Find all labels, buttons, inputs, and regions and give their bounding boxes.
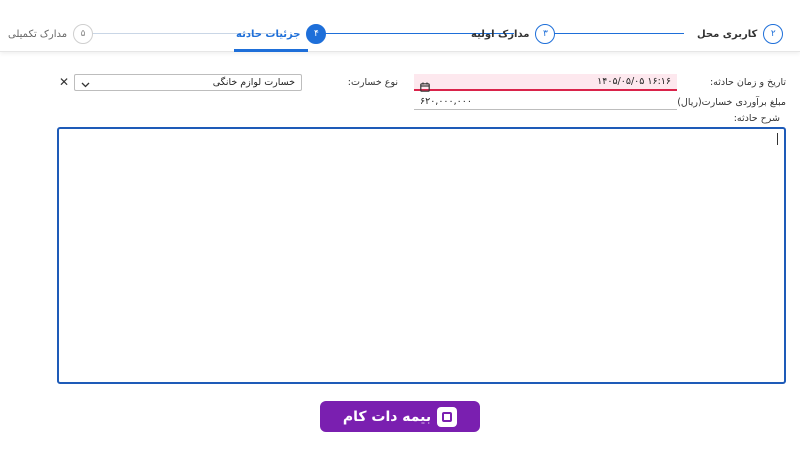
date-value: ۱۴۰۵/۰۵/۰۵ ۱۶:۱۶ <box>597 76 671 87</box>
step-label: کاربری محل <box>697 28 758 40</box>
estimated-amount-input[interactable]: ۶۲۰,۰۰۰,۰۰۰ <box>414 94 677 110</box>
step-connector <box>538 33 684 34</box>
date-time-input[interactable]: ۱۴۰۵/۰۵/۰۵ ۱۶:۱۶ <box>414 74 677 92</box>
logo-mark-icon <box>437 406 458 427</box>
chevron-down-icon <box>81 73 90 92</box>
step-number: ۳ <box>535 24 556 44</box>
brand-logo: بیمه دات کام <box>320 401 480 432</box>
step-label: مدارک اولیه <box>471 28 530 40</box>
progress-stepper: ۲ کاربری محل ۳ مدارک اولیه ۴ جزئیات حادث… <box>0 0 800 52</box>
active-step-indicator <box>234 49 308 52</box>
step-number: ۵ <box>73 24 94 44</box>
clear-selection-button[interactable]: ✕ <box>58 76 70 88</box>
step-incident-details[interactable]: ۴ جزئیات حادثه <box>236 24 327 44</box>
description-label: شرح حادثه: <box>733 113 780 124</box>
description-textarea[interactable] <box>57 127 786 384</box>
amount-label: مبلغ برآوردی خسارت(ریال): <box>674 97 786 108</box>
step-supplementary-documents[interactable]: ۵ مدارک تکمیلی <box>8 24 94 44</box>
step-label: مدارک تکمیلی <box>8 28 68 40</box>
calendar-icon[interactable] <box>420 77 430 92</box>
loss-type-select[interactable]: خسارت لوازم خانگی <box>74 74 302 91</box>
step-initial-documents[interactable]: ۳ مدارک اولیه <box>471 24 556 44</box>
step-number: ۲ <box>763 24 784 44</box>
step-label: جزئیات حادثه <box>236 28 301 40</box>
logo-text: بیمه دات کام <box>342 408 432 425</box>
step-usage[interactable]: ۲ کاربری محل <box>697 24 784 44</box>
loss-type-value: خسارت لوازم خانگی <box>212 77 295 88</box>
date-label: تاریخ و زمان حادثه: <box>709 77 786 88</box>
step-number: ۴ <box>306 24 327 44</box>
text-caret <box>777 133 778 145</box>
loss-type-label: نوع خسارت: <box>347 77 398 88</box>
